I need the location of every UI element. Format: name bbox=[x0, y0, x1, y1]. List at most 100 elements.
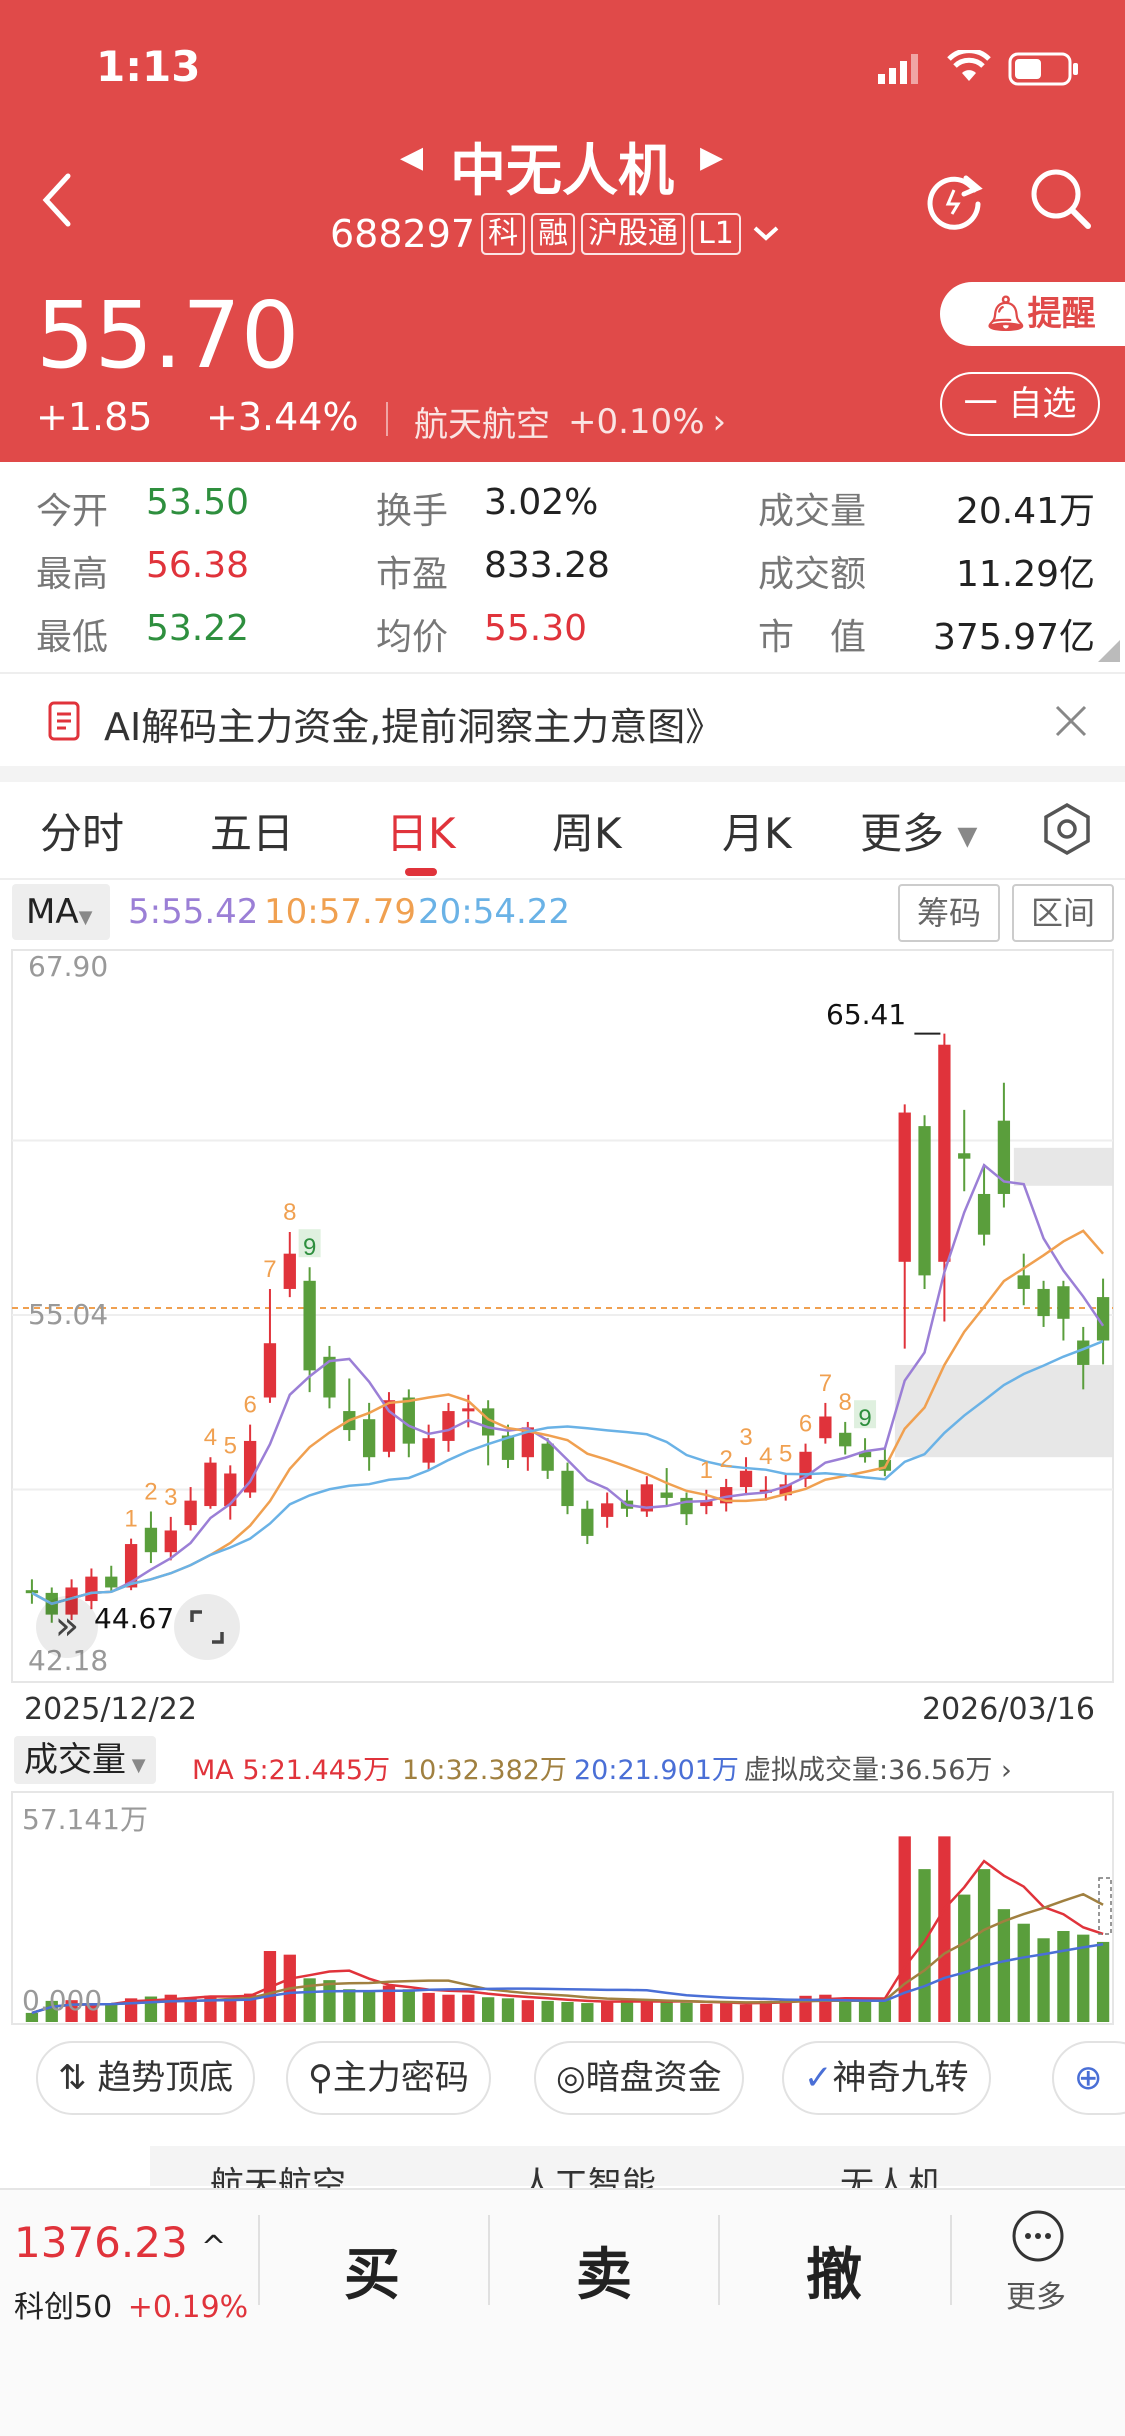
candle-body bbox=[164, 1530, 177, 1553]
volume-bar bbox=[680, 2002, 693, 2022]
sub-tab-drone[interactable]: 无人机 bbox=[840, 2160, 942, 2190]
nine-turn-label: 9 bbox=[303, 1234, 316, 1261]
candle-body bbox=[85, 1576, 98, 1602]
battery-icon bbox=[1008, 52, 1078, 86]
fullscreen-button[interactable] bbox=[174, 1594, 240, 1660]
turnover-label: 换手 bbox=[376, 491, 449, 532]
tab-more[interactable]: 更多 ▼ bbox=[860, 800, 977, 861]
indicator-main-force[interactable]: ⚲主力密码 bbox=[286, 2041, 491, 2115]
index-pct: +0.19% bbox=[127, 2290, 249, 2325]
buy-button[interactable]: 买 bbox=[344, 2230, 400, 2311]
chips-button[interactable]: 筹码 bbox=[898, 884, 1000, 942]
back-icon[interactable] bbox=[40, 172, 74, 228]
date-end: 2026/03/16 bbox=[922, 1692, 1095, 1727]
tab-5day[interactable]: 五日 bbox=[210, 800, 294, 861]
nine-turn-label: 5 bbox=[779, 1440, 792, 1467]
candlestick-chart[interactable]: 12 34 567891 234 56789 bbox=[0, 948, 1125, 1688]
volume-chart[interactable] bbox=[0, 1790, 1125, 2030]
sell-button[interactable]: 卖 bbox=[576, 2230, 632, 2311]
volume-bar bbox=[858, 2001, 872, 2022]
next-stock-icon[interactable]: ▶ bbox=[700, 140, 723, 175]
add-watch-button[interactable]: 一 自选 bbox=[940, 372, 1100, 436]
pe-label: 市盈 bbox=[376, 554, 449, 595]
more-dots-icon[interactable] bbox=[1010, 2208, 1066, 2264]
volume-bar bbox=[482, 1997, 495, 2022]
nine-turn-label: 6 bbox=[243, 1392, 256, 1419]
candle-body bbox=[581, 1508, 594, 1536]
candle-body bbox=[839, 1432, 852, 1447]
sub-tab-ai[interactable]: 人工智能 bbox=[520, 2160, 656, 2190]
caret-down-icon: ▼ bbox=[957, 821, 978, 852]
candle-body bbox=[938, 1044, 951, 1262]
candle-body bbox=[1037, 1288, 1050, 1317]
candle-body bbox=[442, 1411, 455, 1441]
candle-body bbox=[462, 1408, 475, 1412]
settings-hex-icon[interactable] bbox=[1042, 802, 1092, 856]
tab-more-label: 更多 bbox=[860, 809, 945, 858]
index-value-row[interactable]: 1376.23 ^ bbox=[14, 2218, 226, 2267]
ma5-value: 5:55.42 bbox=[128, 892, 259, 932]
sector-link[interactable]: 航天航空 +0.10% › bbox=[414, 397, 726, 446]
search-icon[interactable] bbox=[1028, 166, 1094, 232]
expand-left-icon[interactable]: » bbox=[36, 1596, 98, 1658]
virtual-volume-box bbox=[1098, 1877, 1112, 1935]
volume-bar bbox=[958, 1894, 971, 2022]
indicator-nine-turn[interactable]: ✓神奇九转 bbox=[782, 2041, 991, 2115]
divider bbox=[386, 402, 388, 436]
virtual-volume-link[interactable]: 虚拟成交量:36.56万 › bbox=[744, 1748, 1012, 1787]
chevron-down-icon[interactable] bbox=[749, 222, 783, 246]
volume-bar bbox=[660, 2001, 673, 2022]
range-button[interactable]: 区间 bbox=[1012, 884, 1114, 942]
volume-selector[interactable]: 成交量 ▼ bbox=[14, 1736, 156, 1784]
avg-value: 55.30 bbox=[484, 608, 588, 649]
candle-body bbox=[144, 1527, 158, 1553]
badge-ke: 科 bbox=[481, 213, 526, 255]
more-label[interactable]: 更多 bbox=[1006, 2272, 1066, 2316]
volume-bar bbox=[105, 2003, 118, 2022]
volume-bar bbox=[739, 2004, 753, 2022]
nine-turn-label: 3 bbox=[164, 1484, 177, 1511]
tab-daily-k[interactable]: 日K bbox=[386, 800, 456, 861]
nine-turn-label: 8 bbox=[283, 1199, 296, 1226]
tab-monthly-k[interactable]: 月K bbox=[722, 800, 792, 861]
indicator-more[interactable]: ⊕ bbox=[1052, 2041, 1125, 2115]
nine-turn-label: 4 bbox=[204, 1424, 217, 1451]
prev-stock-icon[interactable]: ◀ bbox=[400, 140, 423, 175]
expand-corner-icon[interactable] bbox=[1098, 640, 1120, 662]
sub-tab-aerospace[interactable]: 航天航空 bbox=[210, 2160, 346, 2190]
close-icon[interactable] bbox=[1053, 703, 1089, 739]
cancel-button[interactable]: 撤 bbox=[806, 2230, 862, 2311]
vol-ma20: 20:21.901万 bbox=[574, 1755, 739, 1786]
header: 1:13 ◀ 中无人机 ▶ 688297 科 融 沪股通 L1 55.70 +1… bbox=[0, 0, 1125, 462]
candle-body bbox=[660, 1492, 673, 1498]
stock-code: 688297 bbox=[330, 212, 476, 256]
mcap-label: 市 值 bbox=[758, 617, 867, 658]
candle-body bbox=[283, 1253, 296, 1289]
indicator-dark-pool[interactable]: ◎暗盘资金 bbox=[534, 2041, 744, 2115]
status-time: 1:13 bbox=[96, 42, 201, 91]
volume-value: 20.41万 bbox=[955, 491, 1095, 532]
remind-button[interactable]: 🔔︎提醒 bbox=[940, 282, 1125, 346]
candle-body bbox=[958, 1153, 971, 1159]
tab-weekly-k[interactable]: 周K bbox=[552, 800, 622, 861]
divider bbox=[950, 2215, 952, 2305]
vol-y-top: 57.141万 bbox=[22, 1803, 148, 1836]
vol-ma10: 10:32.382万 bbox=[402, 1755, 567, 1786]
candle-body bbox=[1077, 1340, 1090, 1365]
volume-bar bbox=[997, 1909, 1011, 2022]
nine-turn-icon: ✓ bbox=[804, 2058, 833, 2098]
tab-intraday[interactable]: 分时 bbox=[40, 800, 124, 861]
sector-pct: +0.10% bbox=[568, 401, 705, 442]
volume-bar bbox=[323, 1980, 336, 2022]
indicator-trend[interactable]: ⇅ 趋势顶底 bbox=[36, 2041, 256, 2115]
volume-bar bbox=[462, 1994, 475, 2022]
vol-ma5: MA 5:21.445万 bbox=[192, 1755, 391, 1786]
volume-bar bbox=[442, 1994, 455, 2022]
ma-selector[interactable]: MA▼ bbox=[12, 884, 110, 940]
avg-label: 均价 bbox=[376, 617, 449, 658]
badge-l1[interactable]: L1 bbox=[691, 213, 741, 255]
volume-bar bbox=[224, 1998, 237, 2022]
ai-banner[interactable]: AI解码主力资金,提前洞察主力意图》 bbox=[0, 676, 1125, 766]
refresh-icon[interactable] bbox=[924, 168, 988, 232]
nine-turn-label: 3 bbox=[739, 1424, 752, 1451]
